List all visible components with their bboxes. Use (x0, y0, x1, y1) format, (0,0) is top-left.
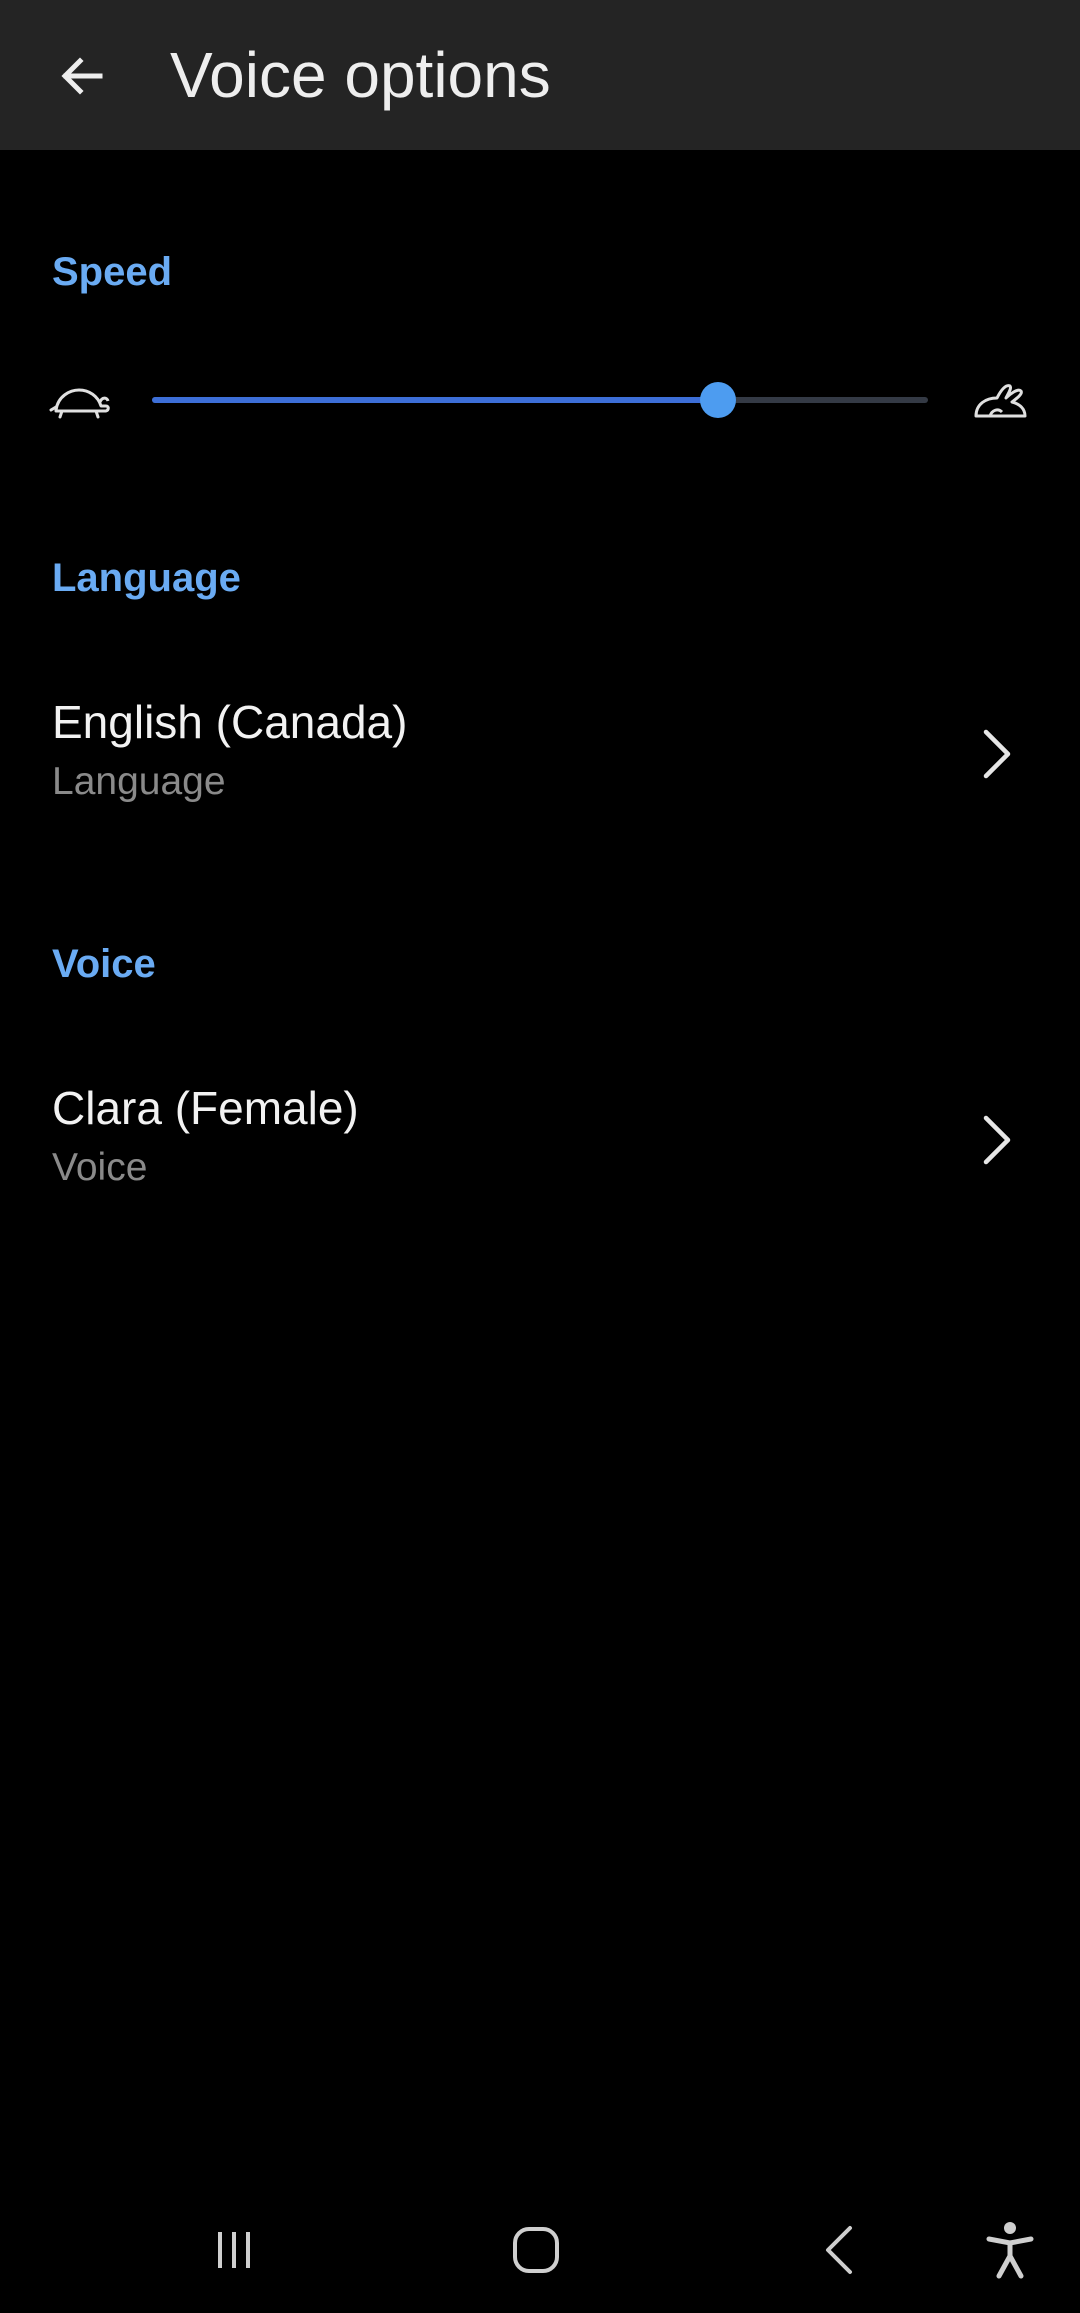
recent-apps-icon (218, 2232, 250, 2268)
slider-fill (152, 397, 719, 403)
back-button[interactable] (38, 32, 126, 120)
nav-back-button[interactable] (795, 2210, 885, 2290)
language-section-header: Language (52, 556, 241, 600)
recent-apps-button[interactable] (189, 2210, 279, 2290)
voice-list-item[interactable]: Clara (Female) Voice (0, 1066, 1080, 1226)
arrow-left-icon (61, 57, 103, 95)
language-label: Language (52, 760, 226, 803)
home-icon (513, 2227, 559, 2273)
chevron-right-icon (983, 1115, 1011, 1165)
rabbit-icon (974, 384, 1027, 418)
voice-label: Voice (52, 1146, 148, 1189)
language-list-item[interactable]: English (Canada) Language (0, 680, 1080, 840)
app-bar: Voice options (0, 0, 1080, 150)
language-value: English (Canada) (52, 696, 408, 748)
back-icon (826, 2226, 852, 2274)
page-title: Voice options (170, 39, 551, 111)
home-button[interactable] (491, 2210, 581, 2290)
speed-slider[interactable] (152, 380, 928, 420)
speed-slider-row (0, 360, 1080, 440)
system-nav-bar (0, 2190, 1080, 2313)
voice-value: Clara (Female) (52, 1082, 359, 1134)
slider-thumb[interactable] (700, 382, 737, 418)
speed-section-header: Speed (52, 250, 173, 294)
accessibility-button[interactable] (965, 2210, 1055, 2290)
voice-section-header: Voice (52, 942, 156, 986)
turtle-icon (49, 388, 110, 419)
accessibility-icon (986, 2222, 1034, 2279)
chevron-right-icon (983, 729, 1011, 779)
